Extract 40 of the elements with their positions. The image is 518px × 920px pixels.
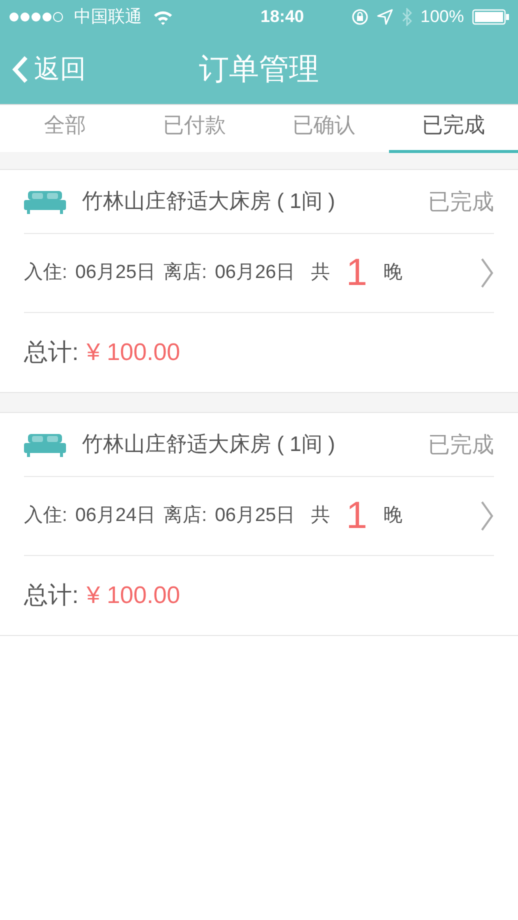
total-label: 总计: bbox=[24, 338, 79, 368]
tab[interactable]: 已确认 bbox=[259, 105, 388, 153]
chevron-right-icon bbox=[480, 257, 494, 289]
battery-icon bbox=[472, 9, 510, 25]
nights-count: 1 bbox=[346, 250, 368, 296]
room-title: 竹林山庄舒适大床房 ( 1间 ) bbox=[82, 188, 336, 215]
total-price: ¥ 100.00 bbox=[86, 580, 180, 610]
checkout-date: 06月26日 bbox=[214, 260, 296, 285]
tab[interactable]: 全部 bbox=[0, 105, 130, 153]
order-status: 已完成 bbox=[428, 431, 494, 459]
checkout-label: 离店: bbox=[164, 504, 207, 528]
back-button[interactable]: 返回 bbox=[12, 50, 86, 88]
tab[interactable]: 已付款 bbox=[130, 105, 259, 153]
chevron-left-icon bbox=[12, 55, 28, 83]
checkin-date: 06月25日 bbox=[75, 260, 156, 285]
checkin-label: 入住: bbox=[24, 260, 68, 285]
nights-suffix: 晚 bbox=[383, 504, 402, 528]
checkin-date: 06月24日 bbox=[75, 504, 156, 528]
checkout-label: 离店: bbox=[164, 260, 207, 285]
rotation-lock-icon bbox=[350, 8, 369, 26]
clock-time: 18:40 bbox=[260, 6, 304, 28]
bed-icon bbox=[24, 188, 66, 214]
nights-prefix: 共 bbox=[311, 504, 330, 528]
location-icon bbox=[376, 9, 393, 25]
room-title: 竹林山庄舒适大床房 ( 1间 ) bbox=[82, 432, 336, 458]
wifi-icon bbox=[152, 9, 174, 25]
nights-count: 1 bbox=[346, 494, 368, 538]
chevron-right-icon bbox=[480, 500, 494, 532]
nights-prefix: 共 bbox=[311, 260, 330, 285]
checkin-label: 入住: bbox=[24, 504, 68, 528]
total-price: ¥ 100.00 bbox=[86, 338, 180, 368]
bed-icon bbox=[24, 432, 66, 458]
bluetooth-icon bbox=[400, 8, 413, 26]
checkout-date: 06月25日 bbox=[214, 504, 296, 528]
battery-percent: 100% bbox=[420, 6, 464, 28]
total-label: 总计: bbox=[24, 580, 79, 610]
carrier-name: 中国联通 bbox=[74, 6, 142, 28]
nights-suffix: 晚 bbox=[383, 260, 402, 285]
page-title: 订单管理 bbox=[199, 52, 319, 88]
order-status: 已完成 bbox=[428, 188, 494, 216]
